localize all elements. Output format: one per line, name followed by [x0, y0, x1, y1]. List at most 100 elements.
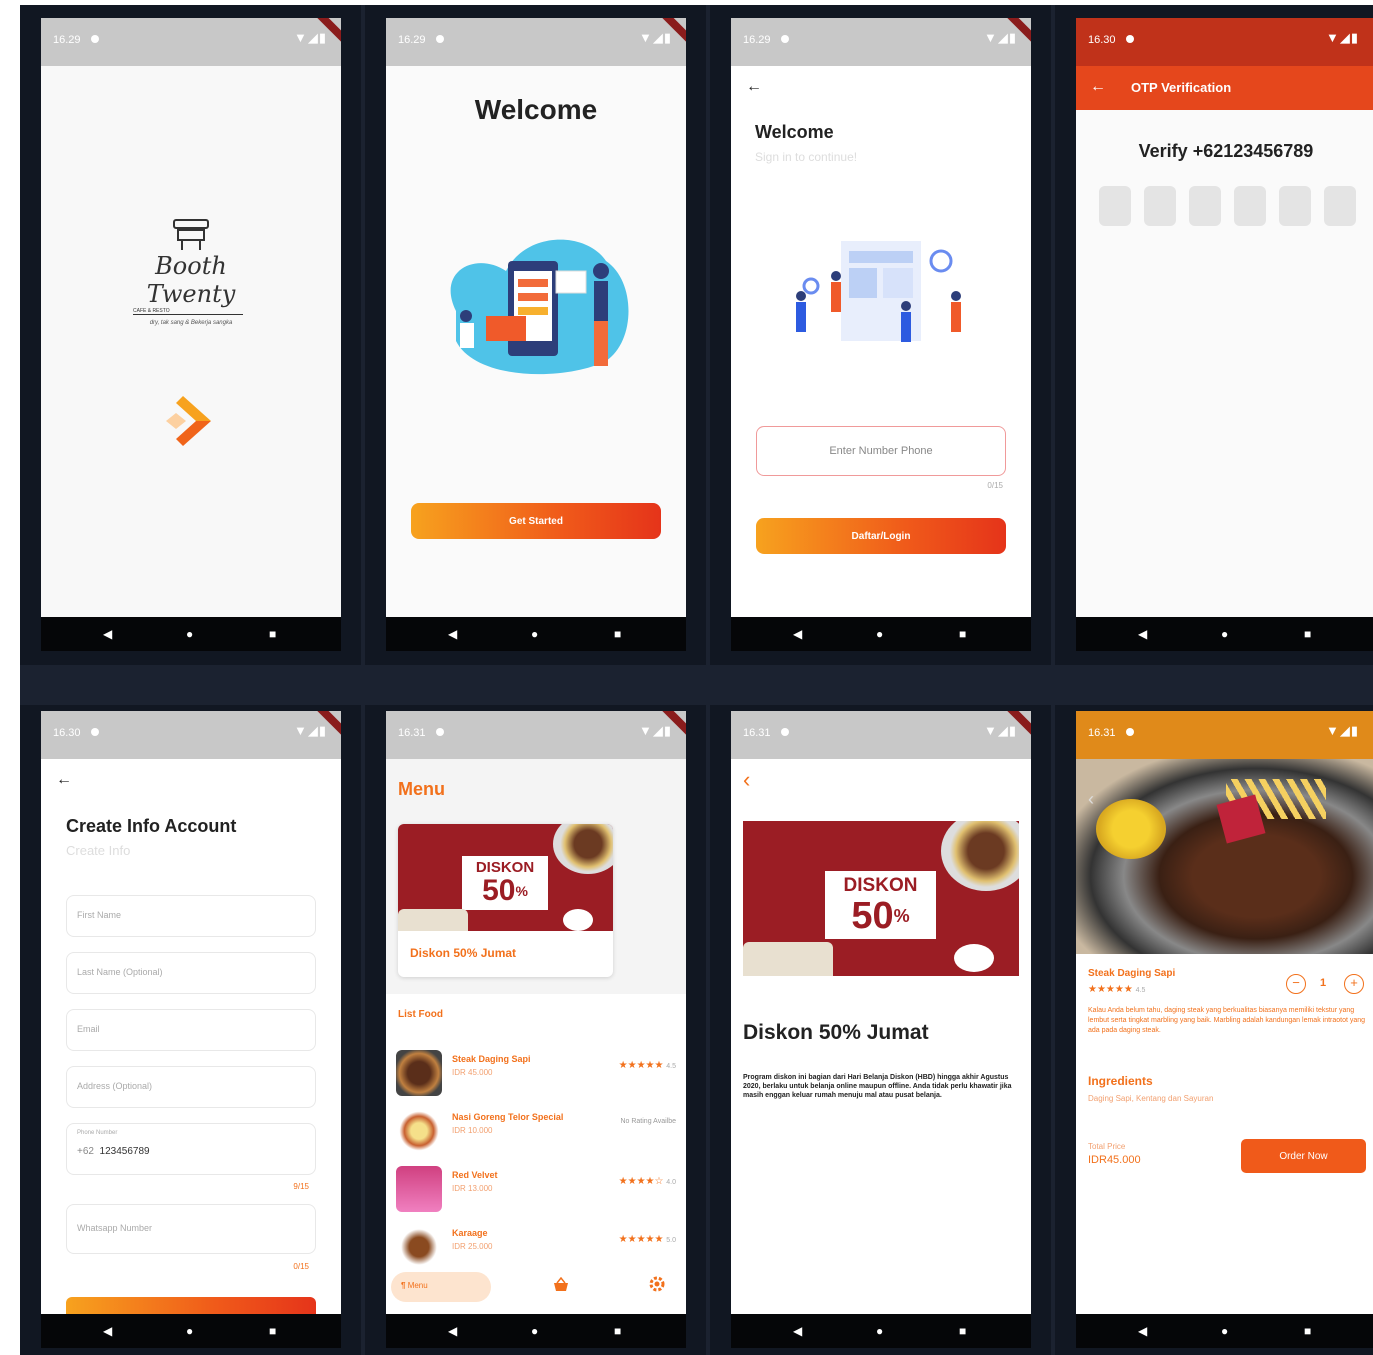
phone-counter: 0/15	[987, 481, 1003, 490]
back-nav-button[interactable]: ◀	[448, 1324, 457, 1338]
tab-cart[interactable]	[552, 1276, 570, 1293]
splash-screen: 16.29 ▼◢▮ Booth Twenty CAFE & RESTO dry,…	[41, 18, 341, 651]
logo-text: Booth Twenty	[146, 252, 236, 308]
food-list-item[interactable]: Steak Daging Sapi IDR 45.000 ★★★★★ 4.5	[396, 1046, 676, 1096]
home-nav-button[interactable]: ●	[876, 627, 883, 641]
back-arrow-icon[interactable]: ←	[56, 771, 72, 789]
status-time: 16.29	[398, 34, 426, 46]
home-nav-button[interactable]: ●	[531, 1324, 538, 1338]
promo-banner-image: DISKON 50%	[743, 821, 1019, 976]
promo-caption: Diskon 50% Jumat	[410, 946, 517, 960]
home-nav-button[interactable]: ●	[1221, 627, 1228, 641]
steak-hero-image: ‹	[1076, 759, 1373, 954]
settings-dot-icon	[1126, 35, 1134, 43]
otp-digit-box[interactable]	[1324, 186, 1356, 226]
email-field[interactable]: Email	[66, 1009, 316, 1051]
create-submit-button[interactable]	[66, 1297, 316, 1314]
back-nav-button[interactable]: ◀	[448, 627, 457, 641]
recent-nav-button[interactable]: ■	[614, 627, 621, 641]
otp-digit-box[interactable]	[1234, 186, 1266, 226]
food-rating: ★★★★★ 4.5	[1088, 984, 1145, 995]
diskon-badge: DISKON 50%	[460, 854, 550, 912]
whatsapp-field[interactable]: Whatsapp Number	[66, 1204, 316, 1254]
recent-nav-button[interactable]: ■	[959, 1324, 966, 1338]
signal-icon: ▼◢▮	[983, 30, 1017, 45]
back-nav-button[interactable]: ◀	[103, 627, 112, 641]
back-nav-button[interactable]: ◀	[1138, 1324, 1147, 1338]
food-list-item[interactable]: Red Velvet IDR 13.000 ★★★★☆ 4.0	[396, 1162, 676, 1212]
ingredients-title: Ingredients	[1088, 1074, 1153, 1088]
create-account-screen: 16.30 ▼◢▮ ← Create Info Account Create I…	[41, 711, 341, 1348]
recent-nav-button[interactable]: ■	[959, 627, 966, 641]
food-price: IDR 25.000	[452, 1242, 493, 1251]
home-nav-button[interactable]: ●	[876, 1324, 883, 1338]
back-chevron-icon[interactable]: ‹	[743, 767, 750, 793]
back-nav-button[interactable]: ◀	[793, 627, 802, 641]
promo-content: ‹ DISKON 50% Diskon 50% Jumat Program di…	[731, 759, 1031, 1314]
tab-menu-label: Menu	[407, 1281, 428, 1290]
promo-description: Program diskon ini bagian dari Hari Bela…	[743, 1074, 1012, 1099]
home-nav-button[interactable]: ●	[186, 1324, 193, 1338]
back-nav-button[interactable]: ◀	[103, 1324, 112, 1338]
last-name-field[interactable]: Last Name (Optional)	[66, 952, 316, 994]
status-bar: 16.29 ▼◢▮	[731, 18, 1031, 66]
get-started-button[interactable]: Get Started	[411, 503, 661, 539]
list-food-section: List Food Steak Daging Sapi IDR 45.000 ★…	[386, 994, 686, 1314]
rating-stars: ★★★★★	[1088, 984, 1133, 995]
status-time: 16.31	[398, 727, 426, 739]
back-arrow-icon[interactable]: ←	[1090, 78, 1106, 96]
row-divider	[20, 665, 1373, 705]
android-nav-bar: ◀ ● ■	[386, 617, 686, 651]
otp-digit-box[interactable]	[1189, 186, 1221, 226]
coffee-image	[954, 944, 994, 972]
sushi-image	[398, 909, 468, 931]
splash-content: Booth Twenty CAFE & RESTO dry, tak sang …	[41, 66, 341, 617]
daftar-login-button[interactable]: Daftar/Login	[756, 518, 1006, 554]
steak-plate-image	[941, 821, 1019, 891]
otp-appbar: ← OTP Verification	[1076, 66, 1373, 110]
order-now-button[interactable]: Order Now	[1241, 1139, 1366, 1173]
tab-menu[interactable]: ¶ Menu	[391, 1272, 491, 1302]
back-nav-button[interactable]: ◀	[1138, 627, 1147, 641]
plus-button[interactable]: +	[1344, 974, 1364, 994]
food-name: Steak Daging Sapi	[1088, 968, 1176, 979]
home-nav-button[interactable]: ●	[186, 627, 193, 641]
first-name-field[interactable]: First Name	[66, 895, 316, 937]
bottom-tab-bar: ¶ Menu	[386, 1269, 686, 1313]
recent-nav-button[interactable]: ■	[1304, 627, 1311, 641]
android-nav-bar: ◀ ● ■	[1076, 1314, 1373, 1348]
grill-icon	[173, 219, 209, 250]
phone-number-field[interactable]: Phone Number +62 123456789	[66, 1123, 316, 1175]
recent-nav-button[interactable]: ■	[269, 627, 276, 641]
phone-value: 123456789	[99, 1146, 150, 1157]
home-nav-button[interactable]: ●	[1221, 1324, 1228, 1338]
create-subtitle: Create Info	[66, 843, 131, 858]
back-chevron-icon[interactable]: ‹	[1088, 789, 1094, 810]
back-nav-button[interactable]: ◀	[793, 1324, 802, 1338]
promo-card[interactable]: DISKON 50% Diskon 50% Jumat	[398, 824, 613, 977]
recent-nav-button[interactable]: ■	[269, 1324, 276, 1338]
phone-input[interactable]: Enter Number Phone	[756, 426, 1006, 476]
rating-stars: ★★★★★	[618, 1234, 664, 1245]
create-title: Create Info Account	[66, 816, 237, 836]
otp-digit-box[interactable]	[1099, 186, 1131, 226]
back-arrow-icon[interactable]: ←	[746, 78, 762, 96]
food-rating: ★★★★☆ 4.0	[619, 1176, 676, 1187]
food-list-item[interactable]: Karaage IDR 25.000 ★★★★★ 5.0	[396, 1220, 676, 1270]
recent-nav-button[interactable]: ■	[614, 1324, 621, 1338]
home-nav-button[interactable]: ●	[531, 627, 538, 641]
address-field[interactable]: Address (Optional)	[66, 1066, 316, 1108]
settings-dot-icon	[91, 728, 99, 736]
food-list-item[interactable]: Nasi Goreng Telor Special IDR 10.000 No …	[396, 1104, 676, 1154]
rating-stars: ★★★★★	[618, 1060, 664, 1071]
status-bar: 16.29 ▼◢▮	[41, 18, 341, 66]
otp-digit-box[interactable]	[1144, 186, 1176, 226]
total-price-label: Total Price	[1088, 1142, 1126, 1151]
otp-digit-box[interactable]	[1279, 186, 1311, 226]
diskon-percent-sign: %	[515, 883, 528, 899]
tab-settings[interactable]	[648, 1275, 666, 1293]
minus-button[interactable]: −	[1286, 974, 1306, 994]
food-rating: No Rating Availbe	[620, 1118, 676, 1125]
logo-subtext: CAFE & RESTO	[133, 308, 243, 315]
recent-nav-button[interactable]: ■	[1304, 1324, 1311, 1338]
